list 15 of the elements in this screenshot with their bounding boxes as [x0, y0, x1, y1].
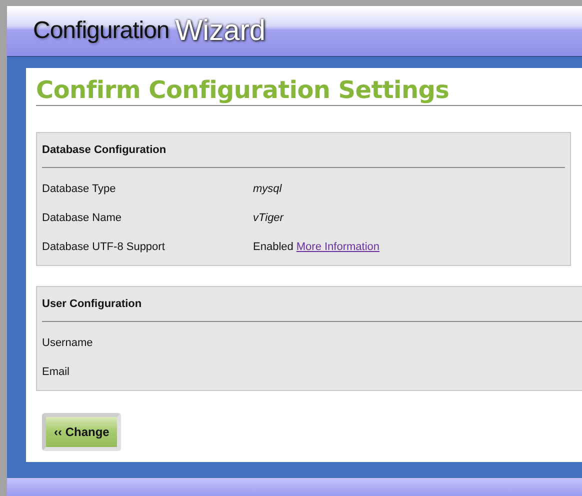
banner-title: Wizard — [175, 14, 266, 48]
page-title: Confirm Configuration Settings — [36, 76, 450, 104]
section-title: User Configuration — [42, 298, 142, 310]
setting-label: Database Name — [42, 212, 122, 224]
setting-label: Email — [42, 366, 71, 378]
banner-title: Configuration — [33, 17, 170, 45]
more-information-link[interactable]: More Information — [296, 240, 380, 252]
section-title: Database Configuration — [42, 144, 166, 156]
setting-label: Database UTF-8 Support — [42, 240, 166, 252]
setting-value: mysql — [253, 182, 282, 194]
setting-label: Database Type — [42, 182, 117, 194]
change-button[interactable]: ‹‹ Change — [42, 413, 122, 451]
setting-value: vTiger — [253, 212, 284, 224]
setting-label: Username — [42, 336, 94, 348]
setting-value: Enabled — [253, 240, 294, 252]
